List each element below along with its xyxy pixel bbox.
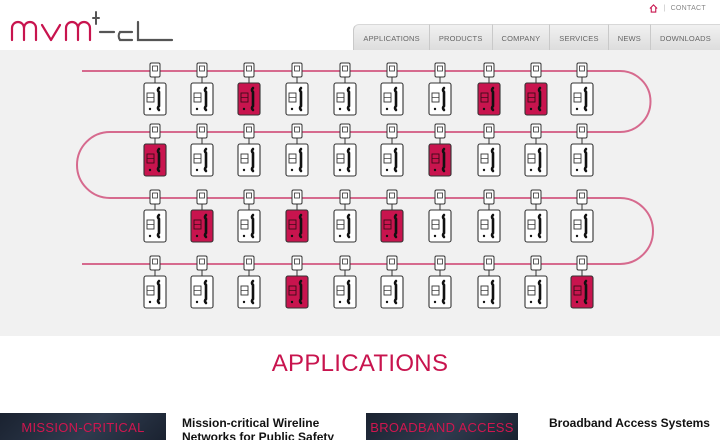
brand-logo[interactable] <box>10 10 175 44</box>
nav-downloads[interactable]: DOWNLOADS <box>650 24 720 51</box>
contact-link[interactable]: CONTACT <box>671 5 706 12</box>
utility-links: | CONTACT <box>649 4 706 13</box>
home-icon[interactable] <box>649 4 658 13</box>
site-header: | CONTACT APPLICATIONS PRODUCTS COMPANY … <box>0 0 720 51</box>
separator: | <box>663 5 666 12</box>
card-title-mission-critical[interactable]: Mission-critical Wireline Networks for P… <box>182 416 357 440</box>
card-image-mission-critical[interactable]: MISSION-CRITICAL <box>0 413 166 440</box>
nav-services[interactable]: SERVICES <box>549 24 608 51</box>
card-image-caption: MISSION-CRITICAL <box>21 420 145 435</box>
hero-banner <box>0 50 720 336</box>
nav-company[interactable]: COMPANY <box>491 24 550 51</box>
nav-applications[interactable]: APPLICATIONS <box>353 24 429 51</box>
section-title: APPLICATIONS <box>271 350 449 377</box>
card-image-broadband[interactable]: BROADBAND ACCESS <box>366 413 518 440</box>
nav-news[interactable]: NEWS <box>607 24 651 51</box>
card-image-caption: BROADBAND ACCESS <box>370 420 514 435</box>
phone-network-illustration <box>76 62 654 309</box>
card-title-broadband[interactable]: Broadband Access Systems <box>549 416 719 430</box>
nav-products[interactable]: PRODUCTS <box>428 24 492 51</box>
main-nav: APPLICATIONS PRODUCTS COMPANY SERVICES N… <box>353 24 720 51</box>
